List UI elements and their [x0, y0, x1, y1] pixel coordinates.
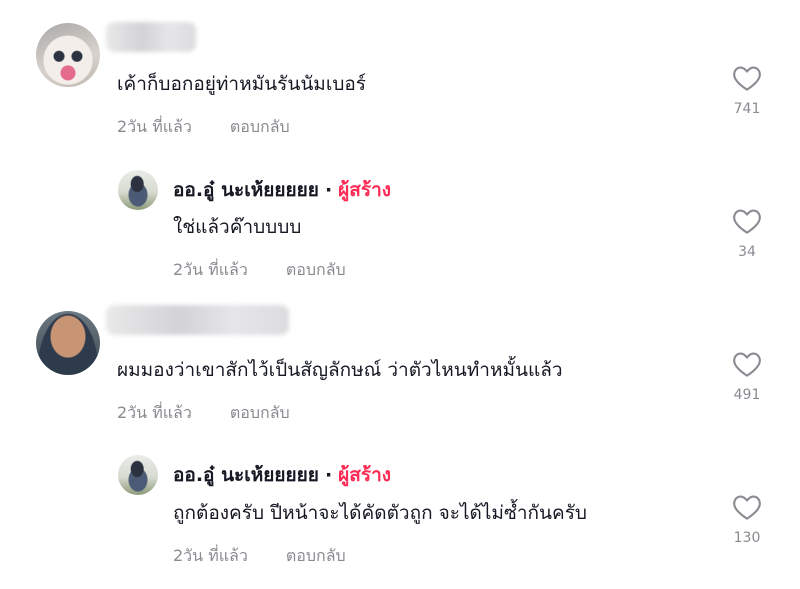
comment-text: เค้าก็บอกอยู่ท่าหมันรันนัมเบอร์: [117, 73, 367, 95]
like-button[interactable]: 491: [724, 350, 770, 403]
like-count: 741: [733, 101, 761, 117]
like-button[interactable]: 741: [724, 64, 770, 117]
reply-button[interactable]: ตอบกลับ: [230, 117, 290, 136]
comment-meta: 2วัน ที่แล้ว ตอบกลับ: [117, 115, 290, 140]
reply-button[interactable]: ตอบกลับ: [230, 403, 290, 422]
reply-time: 2วัน ที่แล้ว: [173, 260, 248, 279]
reply-text: ถูกต้องครับ ปีหน้าจะได้คัดตัวถูก จะได้ไม…: [173, 502, 587, 524]
reply-button[interactable]: ตอบกลับ: [286, 260, 346, 279]
comment-text: ผมมองว่าเขาสักไว้เป็นสัญลักษณ์ ว่าตัวไหน…: [117, 359, 563, 381]
creator-avatar[interactable]: [118, 455, 158, 495]
author-name[interactable]: ออ.อู๋ นะเห้ยยยยย: [173, 464, 319, 486]
blurred-username: [106, 22, 196, 52]
commenter-avatar[interactable]: [36, 23, 100, 87]
reply-author[interactable]: ออ.อู๋ นะเห้ยยยยย · ผู้สร้าง: [173, 460, 391, 490]
reply-button[interactable]: ตอบกลับ: [286, 546, 346, 565]
like-count: 34: [738, 244, 756, 260]
reply-author[interactable]: ออ.อู๋ นะเห้ยยยยย · ผู้สร้าง: [173, 175, 391, 205]
like-button[interactable]: 130: [724, 493, 770, 546]
separator-dot: ·: [324, 179, 333, 201]
comment-time: 2วัน ที่แล้ว: [117, 403, 192, 422]
heart-outline-icon: [733, 352, 761, 377]
reply-meta: 2วัน ที่แล้ว ตอบกลับ: [173, 258, 346, 283]
comment-meta: 2วัน ที่แล้ว ตอบกลับ: [117, 401, 290, 426]
creator-avatar[interactable]: [118, 170, 158, 210]
like-count: 130: [733, 530, 761, 546]
reply-meta: 2วัน ที่แล้ว ตอบกลับ: [173, 544, 346, 569]
creator-badge: ผู้สร้าง: [338, 464, 392, 486]
blurred-username: [106, 305, 289, 335]
reply-time: 2วัน ที่แล้ว: [173, 546, 248, 565]
like-button[interactable]: 34: [724, 207, 770, 260]
commenter-avatar[interactable]: [36, 311, 100, 375]
author-name[interactable]: ออ.อู๋ นะเห้ยยยยย: [173, 179, 319, 201]
heart-outline-icon: [733, 66, 761, 91]
reply-text: ใช่แล้วค๊าบบบบ: [173, 216, 302, 238]
heart-outline-icon: [733, 209, 761, 234]
creator-badge: ผู้สร้าง: [338, 179, 392, 201]
separator-dot: ·: [324, 464, 333, 486]
like-count: 491: [733, 387, 761, 403]
heart-outline-icon: [733, 495, 761, 520]
comment-time: 2วัน ที่แล้ว: [117, 117, 192, 136]
